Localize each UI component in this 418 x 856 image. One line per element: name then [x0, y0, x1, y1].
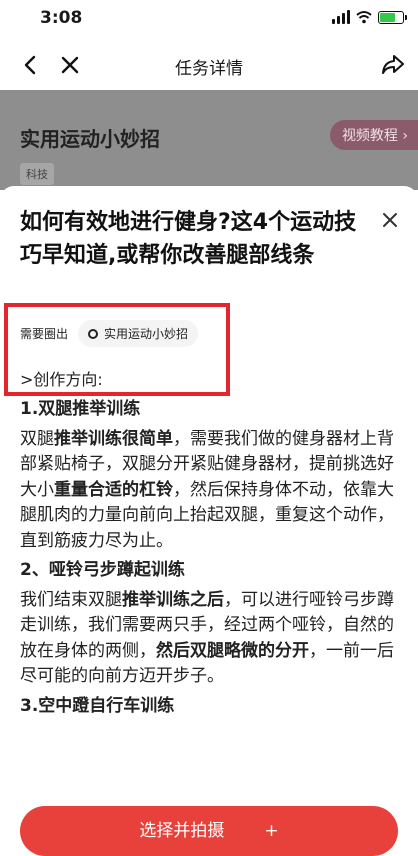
wifi-icon	[356, 11, 372, 24]
banner-title: 实用运动小妙招	[20, 127, 160, 151]
select-and-shoot-label: 选择并拍摄	[139, 821, 225, 841]
status-time: 3:08	[40, 8, 83, 28]
banner: 实用运动小妙招 科技 视频教程 ›	[0, 90, 418, 190]
page-title: 任务详情	[175, 59, 243, 79]
signal-icon	[332, 10, 350, 24]
battery-icon	[378, 10, 407, 24]
section-heading-1: 1.双腿推举训练	[20, 399, 141, 419]
select-and-shoot-button[interactable]: 选择并拍摄 +	[20, 806, 398, 856]
video-tutorial-button[interactable]: 视频教程 ›	[329, 120, 418, 150]
section-paragraph-2: 我们结束双腿推举训练之后，可以进行哑铃弓步蹲走训练，我们需要两只手，经过两个哑铃…	[20, 589, 394, 687]
section-paragraph-1: 双腿推举训练很简单，需要我们做的健身器材上背部紧贴椅子，双腿分开紧贴健身器材，提…	[20, 428, 394, 551]
plus-icon: +	[264, 821, 279, 841]
highlight-box	[4, 303, 230, 396]
share-icon[interactable]	[380, 52, 406, 78]
nav-bar: 任务详情	[0, 40, 418, 90]
status-icons	[332, 10, 407, 24]
task-title: 如何有效地进行健身?这4个运动技巧早知道,或帮你改善腿部线条	[20, 210, 357, 268]
task-detail-sheet: 如何有效地进行健身?这4个运动技巧早知道,或帮你改善腿部线条 需要圈出 实用运动…	[0, 186, 418, 832]
status-bar: 3:08	[0, 0, 418, 40]
section-heading-3: 3.空中蹬自行车训练	[20, 695, 175, 716]
task-content: 1.双腿推举训练 双腿推举训练很简单，需要我们做的健身器材上背部紧贴椅子，双腿分…	[20, 397, 402, 723]
sheet-close-icon[interactable]	[382, 212, 398, 228]
section-heading-2: 2、哑铃弓步蹲起训练	[20, 560, 185, 580]
banner-tag: 科技	[20, 163, 54, 185]
